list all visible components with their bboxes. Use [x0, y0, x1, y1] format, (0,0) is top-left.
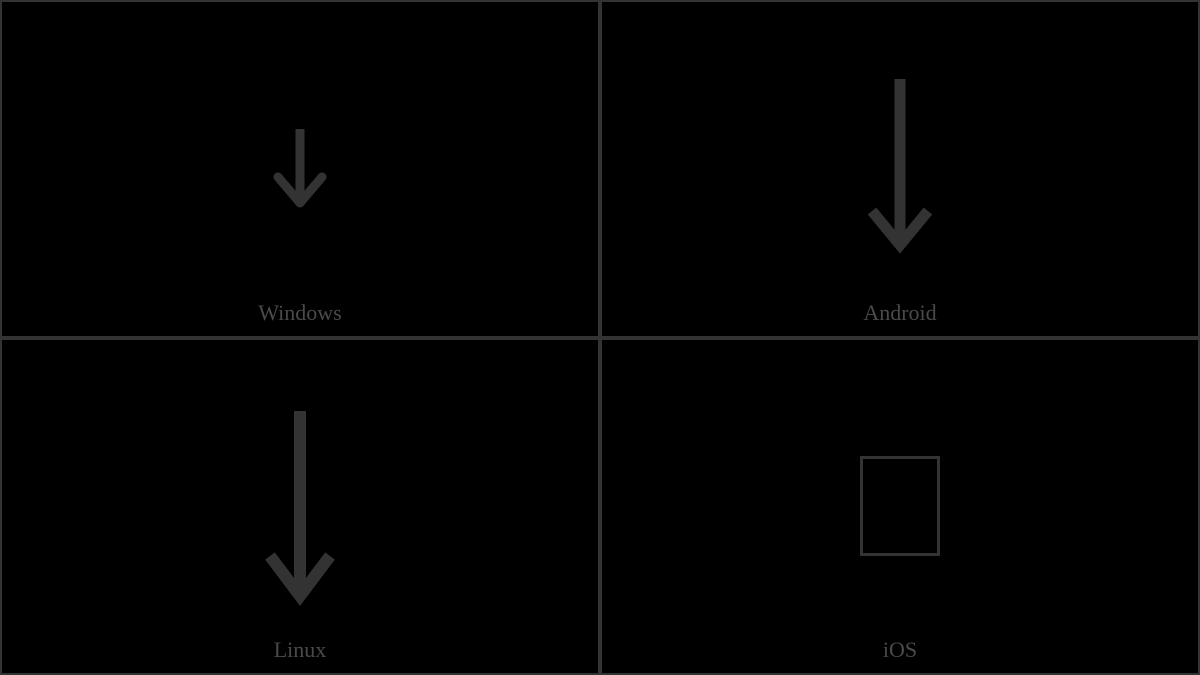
platform-label: Android [863, 300, 936, 326]
cell-windows: Windows [0, 0, 600, 338]
arrow-down-icon [260, 109, 340, 229]
cell-ios: iOS [600, 338, 1200, 675]
platform-label: iOS [883, 637, 917, 663]
missing-glyph-icon [860, 456, 940, 556]
cell-android: Android [600, 0, 1200, 338]
arrow-down-icon [850, 69, 950, 269]
platform-label: Linux [274, 637, 327, 663]
platform-label: Windows [258, 300, 341, 326]
cell-linux: Linux [0, 338, 600, 675]
arrow-down-icon [250, 396, 350, 616]
glyph-comparison-grid: Windows Android Linux iOS [0, 0, 1200, 675]
